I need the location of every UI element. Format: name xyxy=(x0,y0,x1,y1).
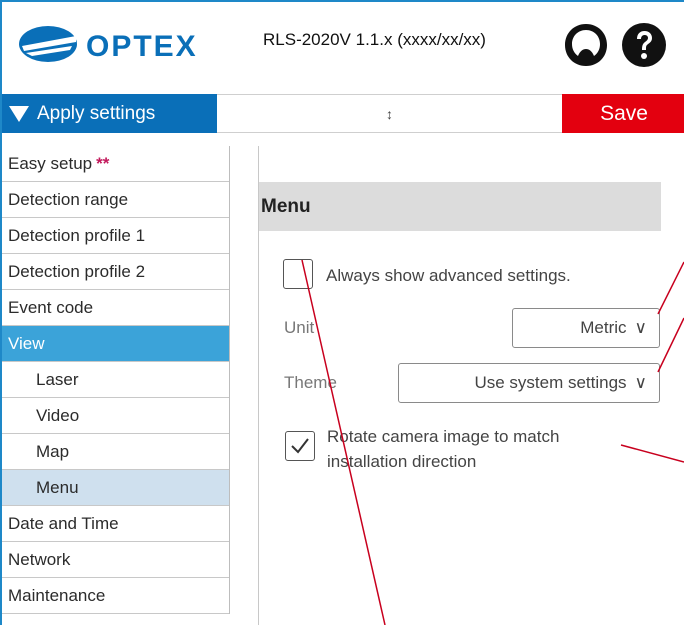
sidebar-item-video[interactable]: Video xyxy=(2,398,229,434)
sidebar-nav: Easy setup ** Detection range Detection pro… xyxy=(2,146,230,614)
sidebar-item-label: Map xyxy=(36,441,70,461)
sidebar-item-laser[interactable]: Laser xyxy=(2,362,229,398)
sidebar-item-detection-profile-2[interactable]: Detection profile 2 xyxy=(2,254,229,290)
theme-value: Use system settings xyxy=(474,373,627,392)
apply-settings-label: Apply settings xyxy=(37,102,156,124)
sidebar-item-maintenance[interactable]: Maintenance xyxy=(2,578,229,614)
triangle-down-icon xyxy=(9,105,29,122)
theme-dropdown[interactable]: Use system settings ∨ xyxy=(398,363,660,403)
sidebar-item-label: Maintenance xyxy=(8,585,106,605)
rotate-image-checkbox[interactable] xyxy=(285,431,315,461)
apply-settings-button[interactable]: Apply settings xyxy=(2,94,217,133)
sidebar-item-detection-range[interactable]: Detection range xyxy=(2,182,229,218)
sidebar-item-date-and-time[interactable]: Date and Time xyxy=(2,506,229,542)
sidebar-item-label: Detection profile 2 xyxy=(8,261,146,281)
account-icon[interactable] xyxy=(562,21,610,69)
section-title: Menu xyxy=(259,182,661,231)
optex-logo: OPTEX xyxy=(19,26,198,63)
app-header: OPTEX RLS-2020V 1.1.x (xxxx/xx/xx) xyxy=(2,2,684,94)
save-button[interactable]: Save xyxy=(562,94,684,133)
unit-dropdown[interactable]: Metric ∨ xyxy=(512,308,660,348)
rotate-image-label-line1: Rotate camera image to match xyxy=(327,427,560,446)
sidebar-item-label: Detection range xyxy=(8,189,129,209)
sidebar-item-label: Easy setup xyxy=(8,153,93,173)
sidebar-item-detection-profile-1[interactable]: Detection profile 1 xyxy=(2,218,229,254)
sidebar-item-label: View xyxy=(8,333,45,353)
sidebar-item-label: Laser xyxy=(36,369,79,389)
theme-label: Theme xyxy=(284,373,337,392)
sidebar-item-event-code[interactable]: Event code xyxy=(2,290,229,326)
sidebar-item-label: Menu xyxy=(36,477,79,497)
app-title: RLS-2020V 1.1.x (xxxx/xx/xx) xyxy=(263,30,486,49)
sidebar-item-label: Detection profile 1 xyxy=(8,225,146,245)
sidebar-item-label: Network xyxy=(8,549,71,569)
unit-label: Unit xyxy=(284,318,315,337)
resize-handle[interactable]: ↕ xyxy=(217,94,562,133)
sidebar-item-label: Video xyxy=(36,405,80,425)
chevron-down-icon: ∨ xyxy=(634,373,647,392)
sidebar-item-map[interactable]: Map xyxy=(2,434,229,470)
chevron-down-icon: ∨ xyxy=(634,318,647,337)
sidebar-item-view[interactable]: View xyxy=(2,326,229,362)
checkmark-icon xyxy=(291,438,309,454)
advanced-settings-label: Always show advanced settings. xyxy=(326,266,571,285)
sidebar-item-menu[interactable]: Menu xyxy=(2,470,229,506)
resize-icon: ↕ xyxy=(386,105,393,122)
brand-wordmark: OPTEX xyxy=(86,30,198,63)
toolbar: Apply settings ↕ Save xyxy=(2,94,684,133)
sidebar-item-label: Event code xyxy=(8,297,94,317)
required-badge: ** xyxy=(96,153,110,173)
sidebar-item-network[interactable]: Network xyxy=(2,542,229,578)
rotate-image-label-line2: installation direction xyxy=(327,452,477,471)
unit-value: Metric xyxy=(580,318,627,337)
help-icon[interactable] xyxy=(620,21,668,69)
sidebar-item-easy-setup[interactable]: Easy setup ** xyxy=(2,146,229,182)
sidebar-item-label: Date and Time xyxy=(8,513,119,533)
advanced-settings-checkbox[interactable] xyxy=(283,259,313,289)
